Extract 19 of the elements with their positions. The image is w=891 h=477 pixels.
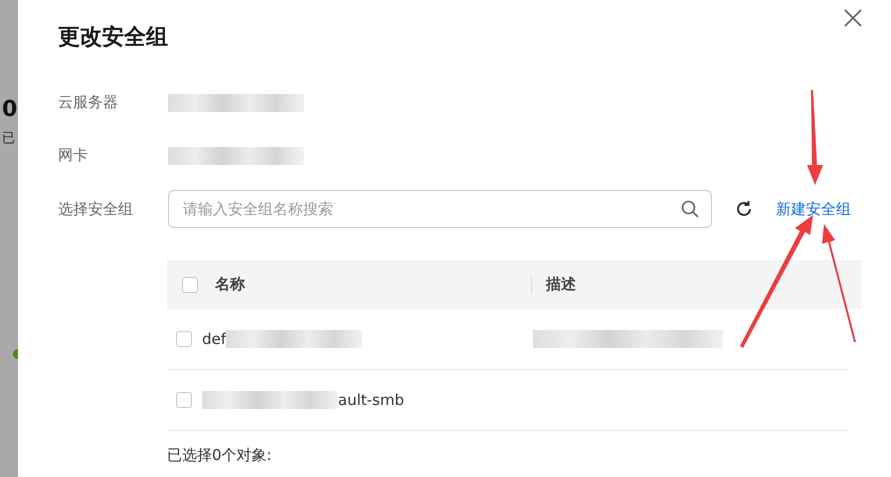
close-icon[interactable] [843, 8, 863, 28]
background-value: 0 [2, 97, 18, 122]
search-icon [681, 200, 699, 218]
background-caption: 已 [2, 130, 15, 147]
checkbox[interactable] [176, 392, 192, 408]
create-link[interactable]: 新建安全组 [776, 200, 851, 218]
column-header: 描述 [546, 275, 576, 293]
refresh-icon[interactable] [734, 199, 754, 219]
field-label: 云服务器 [58, 93, 119, 112]
checkbox[interactable] [176, 331, 192, 347]
field-label: 网卡 [58, 146, 89, 165]
table-cell: def [202, 330, 226, 348]
checkbox[interactable] [182, 276, 198, 292]
dialog-title: 更改安全组 [58, 24, 169, 52]
column-header: 名称 [215, 275, 245, 293]
search-field[interactable]: 请输入安全组名称搜索 [168, 190, 712, 228]
selection-summary: 已选择0个对象: [167, 446, 273, 465]
table-cell: ault-smb [338, 391, 404, 409]
field-label: 选择安全组 [58, 200, 134, 218]
